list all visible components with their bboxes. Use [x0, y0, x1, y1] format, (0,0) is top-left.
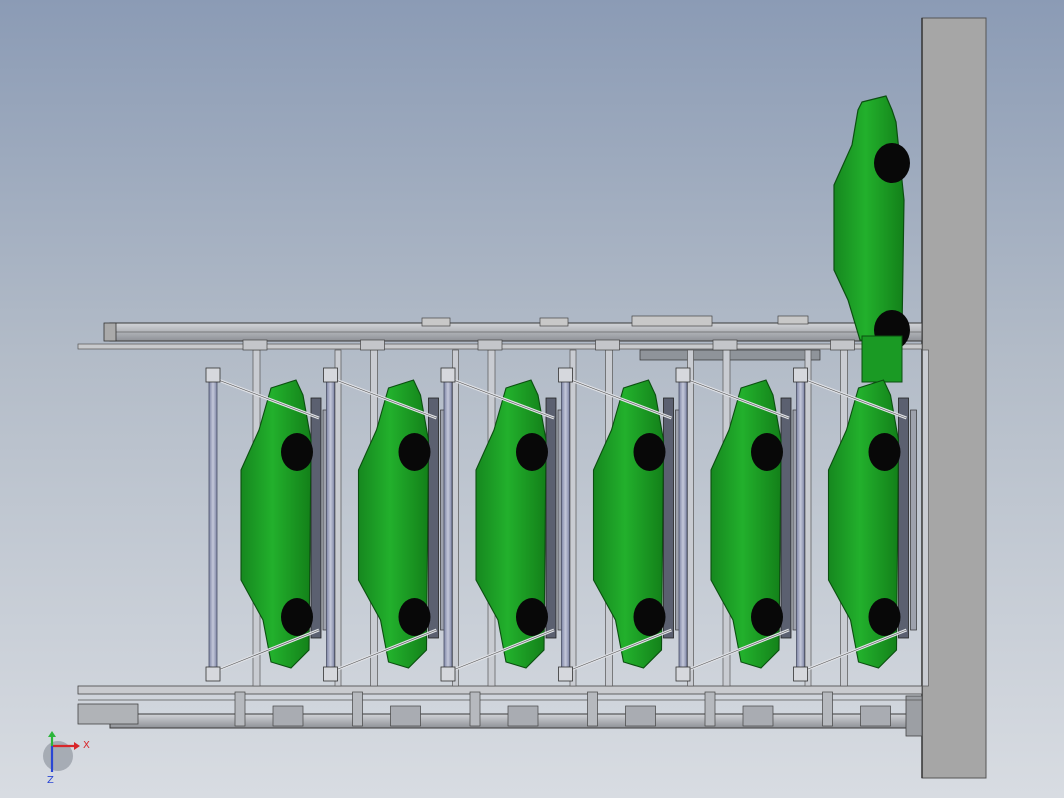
- support-leg: [587, 691, 598, 727]
- car-wheel: [868, 433, 901, 471]
- car-wheel: [868, 598, 901, 636]
- parking-units: [205, 339, 929, 727]
- parking-unit: [558, 339, 694, 727]
- car-wheel: [516, 598, 548, 636]
- frame-upright: [804, 349, 812, 687]
- parking-unit: [675, 339, 812, 727]
- base-bracket: [625, 705, 656, 727]
- parking-unit: [205, 339, 342, 727]
- axes-triad: X Z: [43, 731, 90, 786]
- top-bracket: [360, 339, 385, 351]
- car-rail: [898, 397, 909, 639]
- car-wheel: [398, 433, 431, 471]
- support-leg: [352, 691, 363, 727]
- lift-post: [678, 373, 688, 675]
- base-bracket: [272, 705, 304, 727]
- car-wheel: [633, 433, 666, 471]
- top-beam: [77, 315, 923, 361]
- lift-post: [796, 373, 805, 675]
- pivot-block: [558, 367, 573, 383]
- support-leg: [822, 691, 833, 727]
- car-wheel: [281, 598, 313, 636]
- frame-upright: [334, 349, 342, 687]
- car-wheel: [516, 433, 548, 471]
- car-rail: [663, 397, 674, 639]
- top-bracket: [830, 339, 855, 351]
- lift-post: [561, 373, 570, 675]
- lift-post: [208, 373, 218, 675]
- car-rail: [780, 397, 792, 639]
- car-wheel: [751, 598, 783, 636]
- pivot-block: [205, 666, 221, 682]
- wall: [921, 17, 987, 779]
- car-wheel: [281, 433, 313, 471]
- pivot-block: [440, 666, 456, 682]
- top-bracket: [712, 339, 738, 351]
- frame-upright: [687, 349, 694, 687]
- pivot-block: [675, 367, 691, 383]
- frame-upright: [452, 349, 459, 687]
- z-axis-label: Z: [47, 775, 54, 786]
- cad-viewport[interactable]: X Z: [0, 0, 1064, 798]
- base-bracket: [742, 705, 774, 727]
- base-bracket: [390, 705, 421, 727]
- support-leg: [469, 691, 481, 727]
- base-bracket: [860, 705, 891, 727]
- car-wheel: [398, 598, 431, 636]
- pivot-block: [793, 666, 808, 682]
- top-bracket: [477, 339, 503, 351]
- support-leg: [234, 691, 246, 727]
- parking-unit: [440, 339, 577, 727]
- x-axis-label: X: [83, 740, 90, 751]
- car-rail: [428, 397, 439, 639]
- pivot-block: [675, 666, 691, 682]
- pivot-block: [323, 367, 338, 383]
- top-bracket: [242, 339, 268, 351]
- lift-post: [443, 373, 453, 675]
- base-bracket: [507, 705, 539, 727]
- parking-unit: [323, 339, 459, 727]
- car-rail: [545, 397, 557, 639]
- car-rail: [910, 409, 917, 631]
- pivot-block: [205, 367, 221, 383]
- car-wheel: [751, 433, 783, 471]
- frame-upright: [922, 349, 929, 687]
- pivot-block: [793, 367, 808, 383]
- pivot-block: [558, 666, 573, 682]
- pivot-block: [323, 666, 338, 682]
- bottom-beam: [77, 685, 923, 737]
- pivot-block: [440, 367, 456, 383]
- lift-post: [326, 373, 335, 675]
- car-wheel: [633, 598, 666, 636]
- parking-unit: [793, 339, 929, 727]
- car-rail: [310, 397, 322, 639]
- frame-upright: [569, 349, 577, 687]
- top-bracket: [595, 339, 620, 351]
- support-leg: [704, 691, 716, 727]
- parking-lift-model: X Z: [43, 17, 987, 786]
